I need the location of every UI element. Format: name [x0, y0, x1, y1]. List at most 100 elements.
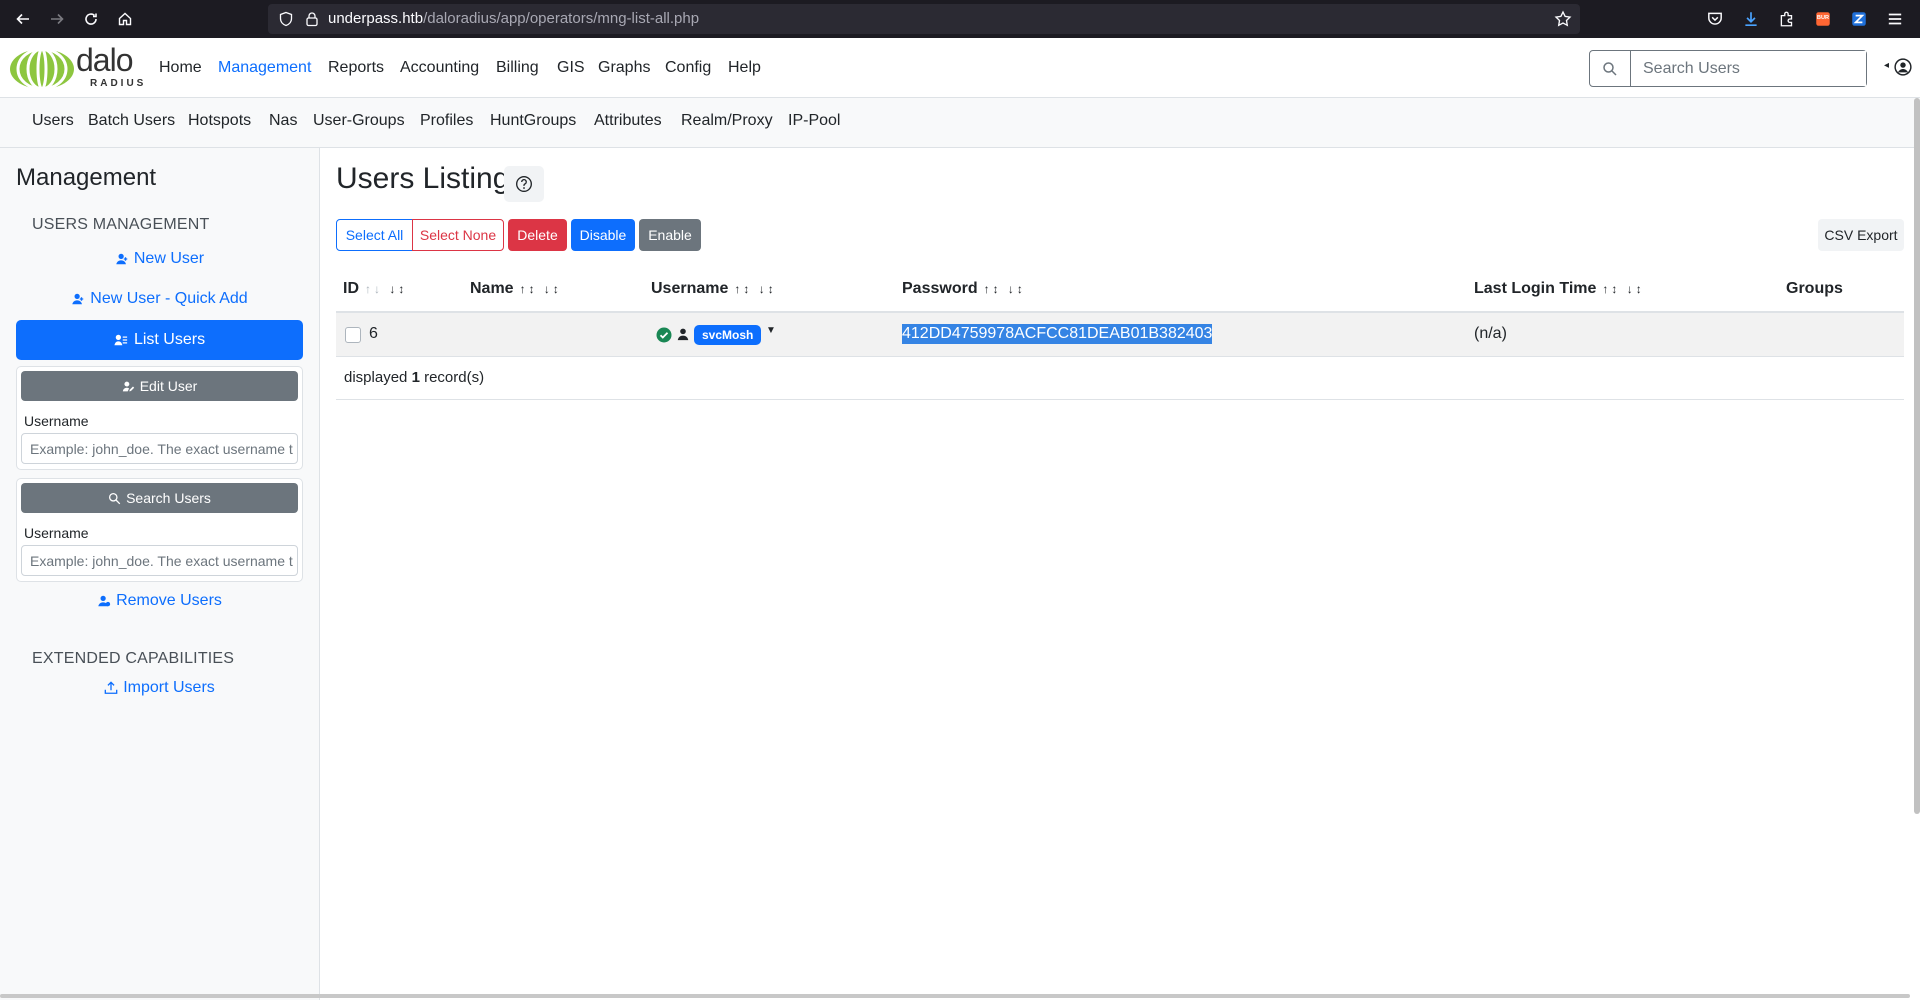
horizontal-scrollbar[interactable] — [0, 994, 1910, 998]
sort-icon[interactable]: ↑↕ ↓↕ — [984, 282, 1026, 296]
nav-gis[interactable]: GIS — [557, 59, 585, 77]
records-count-text: displayed 1 record(s) — [344, 369, 485, 386]
nav-management[interactable]: Management — [218, 59, 311, 77]
subnav-batch-users[interactable]: Batch Users — [88, 112, 175, 130]
search-users-input[interactable] — [1631, 51, 1866, 86]
list-users-button[interactable]: List Users — [16, 320, 303, 360]
subnav-nas[interactable]: Nas — [269, 112, 297, 130]
nav-help[interactable]: Help — [728, 59, 761, 77]
column-header-id-label: ID — [343, 280, 359, 297]
column-header-last-login-label: Last Login Time — [1474, 280, 1597, 297]
nav-reports[interactable]: Reports — [328, 59, 384, 77]
caret-left-icon[interactable]: ◂ — [1884, 60, 1894, 76]
home-icon[interactable] — [112, 6, 138, 32]
vertical-scrollbar[interactable] — [1914, 98, 1920, 814]
column-header-groups: Groups — [1786, 280, 1843, 297]
check-circle-icon — [656, 327, 672, 343]
search-icon[interactable] — [1590, 51, 1631, 86]
subnav-huntgroups[interactable]: HuntGroups — [490, 112, 576, 130]
subnav-realm-proxy[interactable]: Realm/Proxy — [681, 112, 773, 130]
daloradius-logo[interactable]: dalo RADIUS — [8, 42, 147, 92]
search-icon — [109, 492, 121, 504]
column-header-username-label: Username — [651, 280, 729, 297]
subnav-ip-pool[interactable]: IP-Pool — [788, 112, 840, 130]
sidebar: Management USERS MANAGEMENT New User New… — [0, 148, 320, 1000]
search-users-label: Search Users — [126, 490, 211, 506]
edit-user-button[interactable]: Edit User — [21, 371, 298, 401]
subnav-profiles[interactable]: Profiles — [420, 112, 473, 130]
back-arrow-icon[interactable] — [10, 6, 36, 32]
user-plus-icon — [72, 293, 84, 305]
search-users-group — [1589, 50, 1867, 87]
subnav-user-groups[interactable]: User-Groups — [313, 112, 405, 130]
subnav-attributes[interactable]: Attributes — [594, 112, 662, 130]
nav-config[interactable]: Config — [665, 59, 711, 77]
delete-button[interactable]: Delete — [508, 219, 567, 251]
browser-toolbar: underpass.htb/daloradius/app/operators/m… — [0, 0, 1920, 38]
edit-user-label: Edit User — [139, 378, 198, 394]
nav-billing[interactable]: Billing — [496, 59, 539, 77]
search-users-button[interactable]: Search Users — [21, 483, 298, 513]
page-title: Users Listing — [336, 162, 510, 195]
new-user-quick-add-link[interactable]: New User - Quick Add — [16, 290, 303, 308]
column-header-name[interactable]: Name ↑↕ ↓↕ — [470, 280, 562, 298]
remove-users-label: Remove Users — [116, 592, 222, 609]
hamburger-menu-icon[interactable] — [1884, 8, 1906, 30]
table-row: 6 svcMosh ▼ 412DD4759978ACFCC81DEAB01B38… — [336, 313, 1904, 357]
csv-export-button[interactable]: CSV Export — [1818, 219, 1904, 251]
sort-icon[interactable]: ↑↕ ↓↕ — [1602, 282, 1644, 296]
zotero-extension-icon[interactable] — [1848, 8, 1870, 30]
disable-button[interactable]: Disable — [571, 219, 635, 251]
pocket-icon[interactable] — [1704, 8, 1726, 30]
remove-users-link[interactable]: Remove Users — [16, 592, 303, 610]
column-header-password[interactable]: Password ↑↕ ↓↕ — [902, 280, 1026, 298]
sort-icon[interactable]: ↑↕ ↓↕ — [734, 282, 776, 296]
reload-icon[interactable] — [78, 6, 104, 32]
import-users-link[interactable]: Import Users — [16, 679, 303, 697]
new-user-link[interactable]: New User — [16, 250, 303, 268]
lock-icon[interactable] — [304, 11, 320, 27]
user-list-icon — [114, 334, 128, 346]
app-navbar: dalo RADIUS Home Management Reports Acco… — [0, 38, 1920, 98]
url-bar[interactable]: underpass.htb/daloradius/app/operators/m… — [268, 4, 1580, 34]
logo-radius-text: RADIUS — [90, 78, 147, 89]
edit-username-label: Username — [24, 413, 89, 429]
cell-password: 412DD4759978ACFCC81DEAB01B382403 — [902, 324, 1213, 344]
user-account-icon[interactable] — [1894, 58, 1912, 76]
shield-icon[interactable] — [278, 11, 294, 27]
downloads-icon[interactable] — [1740, 8, 1762, 30]
sort-icon[interactable]: ↑↓ ↓↕ — [365, 282, 407, 296]
select-none-button[interactable]: Select None — [412, 219, 504, 251]
sort-icon[interactable]: ↑↕ ↓↕ — [520, 282, 562, 296]
svg-text:BUR: BUR — [1817, 15, 1829, 21]
column-header-username[interactable]: Username ↑↕ ↓↕ — [651, 280, 777, 298]
column-header-last-login[interactable]: Last Login Time ↑↕ ↓↕ — [1474, 280, 1645, 298]
username-badge[interactable]: svcMosh — [694, 325, 762, 345]
caret-down-icon[interactable]: ▼ — [766, 325, 776, 336]
sidebar-title: Management — [16, 164, 157, 191]
nav-accounting[interactable]: Accounting — [400, 59, 479, 77]
row-select-checkbox[interactable] — [345, 327, 361, 343]
help-button[interactable] — [504, 166, 544, 202]
edit-user-card: Edit User Username — [16, 366, 303, 470]
new-user-quick-add-label: New User - Quick Add — [90, 290, 248, 307]
user-icon — [677, 328, 689, 341]
column-header-id[interactable]: ID ↑↓ ↓↕ — [343, 280, 407, 298]
question-circle-icon — [516, 176, 532, 192]
nav-home[interactable]: Home — [159, 59, 202, 77]
enable-button[interactable]: Enable — [639, 219, 701, 251]
cell-id: 6 — [369, 325, 378, 342]
subnav-users[interactable]: Users — [32, 112, 74, 130]
nav-graphs[interactable]: Graphs — [598, 59, 650, 77]
forward-arrow-icon[interactable] — [44, 6, 70, 32]
extensions-icon[interactable] — [1776, 8, 1798, 30]
bookmark-star-icon[interactable] — [1554, 10, 1572, 28]
search-users-card: Search Users Username — [16, 478, 303, 582]
main-content: Users Listing Select All Select None Del… — [320, 148, 1920, 1000]
burp-extension-icon[interactable]: BUR — [1812, 8, 1834, 30]
edit-username-input[interactable] — [21, 433, 298, 464]
select-all-button[interactable]: Select All — [336, 219, 413, 251]
search-username-input[interactable] — [21, 545, 298, 576]
subnav-hotspots[interactable]: Hotspots — [188, 112, 251, 130]
table-footer: displayed 1 record(s) — [336, 357, 1904, 400]
